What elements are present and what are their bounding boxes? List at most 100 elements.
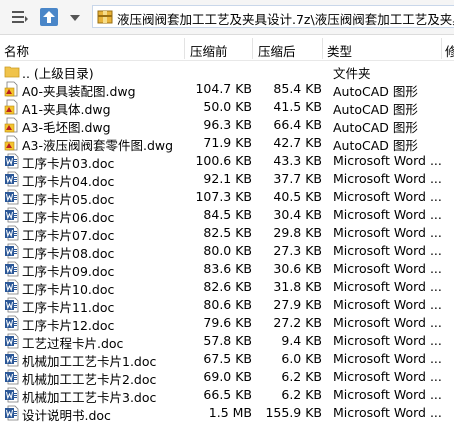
word-file-icon (4, 405, 20, 421)
file-packed-size: 83.6 KB (203, 261, 252, 276)
file-type: Microsoft Word ... (333, 405, 442, 420)
file-packed-size: 69.0 KB (203, 369, 252, 384)
list-item-parent[interactable]: .. (上级目录) 文件夹 (0, 62, 454, 81)
column-type[interactable]: 类型 (327, 41, 352, 60)
list-item[interactable]: 工序卡片07.doc 82.5 KB 29.8 KB Microsoft Word .… (0, 224, 454, 243)
file-packed-size: 84.5 KB (203, 207, 252, 222)
column-divider[interactable] (322, 38, 323, 59)
word-file-icon (4, 189, 20, 205)
dwg-file-icon (4, 117, 20, 133)
file-compressed-size: 9.4 KB (281, 333, 322, 348)
word-file-icon (4, 315, 20, 331)
column-divider[interactable] (252, 38, 253, 59)
file-type: Microsoft Word ... (333, 189, 442, 204)
up-folder-button[interactable] (40, 8, 58, 26)
file-packed-size: 82.5 KB (203, 225, 252, 240)
column-packed[interactable]: 压缩前 (190, 41, 228, 60)
file-type: Microsoft Word ... (333, 171, 442, 186)
file-packed-size: 71.9 KB (203, 135, 252, 150)
list-item[interactable]: 机械加工工艺卡片3.doc 66.5 KB 6.2 KB Microsoft Word… (0, 386, 454, 405)
word-file-icon (4, 369, 20, 385)
file-compressed-size: 85.4 KB (273, 81, 322, 96)
file-type: Microsoft Word ... (333, 261, 442, 276)
list-item[interactable]: 工序卡片10.doc 82.6 KB 31.8 KB Microsoft Word .… (0, 278, 454, 297)
file-compressed-size: 30.4 KB (273, 207, 322, 222)
word-file-icon (4, 243, 20, 259)
file-compressed-size: 37.7 KB (273, 171, 322, 186)
list-item[interactable]: 设计说明书.doc 1.5 MB 155.9 KB Microsoft Word ..… (0, 404, 454, 423)
file-packed-size: 67.5 KB (203, 351, 252, 366)
word-file-icon (4, 297, 20, 313)
file-type: Microsoft Word ... (333, 387, 442, 402)
file-compressed-size: 42.7 KB (273, 135, 322, 150)
column-extra[interactable]: 修 (445, 41, 454, 60)
word-file-icon (4, 351, 20, 367)
file-compressed-size: 31.8 KB (273, 279, 322, 294)
column-name[interactable]: 名称 (4, 41, 29, 60)
file-compressed-size: 41.5 KB (273, 99, 322, 114)
file-compressed-size: 29.8 KB (273, 225, 322, 240)
list-item[interactable]: A3-液压阀阀套零件图.dwg 71.9 KB 42.7 KB AutoCAD 图形 (0, 134, 454, 153)
file-list: .. (上级目录) 文件夹 A0-夹具装配图.dwg 104.7 KB 85.4 K… (0, 62, 454, 423)
file-packed-size: 96.3 KB (203, 117, 252, 132)
file-compressed-size: 6.0 KB (281, 351, 322, 366)
file-compressed-size: 27.9 KB (273, 297, 322, 312)
file-compressed-size: 6.2 KB (281, 369, 322, 384)
list-item[interactable]: 工序卡片05.doc 107.3 KB 40.5 KB Microsoft Word … (0, 188, 454, 207)
file-packed-size: 82.6 KB (203, 279, 252, 294)
list-item[interactable]: 工艺过程卡片.doc 57.8 KB 9.4 KB Microsoft Word ..… (0, 332, 454, 351)
history-dropdown-icon[interactable] (66, 8, 84, 26)
folder-icon (4, 63, 20, 79)
toolbar: 液压阀阀套加工工艺及夹具设计.7z\液压阀阀套加工工艺及夹具设计 (0, 0, 454, 35)
file-packed-size: 57.8 KB (203, 333, 252, 348)
file-type: Microsoft Word ... (333, 225, 442, 240)
file-name: 设计说明书.doc (22, 408, 111, 423)
file-packed-size: 50.0 KB (203, 99, 252, 114)
list-item[interactable]: 工序卡片12.doc 79.6 KB 27.2 KB Microsoft Word .… (0, 314, 454, 333)
file-compressed-size: 6.2 KB (281, 387, 322, 402)
file-type: Microsoft Word ... (333, 315, 442, 330)
file-packed-size: 107.3 KB (195, 189, 252, 204)
view-list-icon[interactable] (10, 8, 28, 26)
column-divider[interactable] (184, 38, 185, 59)
address-bar[interactable]: 液压阀阀套加工工艺及夹具设计.7z\液压阀阀套加工工艺及夹具设计 (92, 5, 454, 28)
archive-icon (97, 9, 113, 27)
file-type: Microsoft Word ... (333, 279, 442, 294)
file-packed-size: 79.6 KB (203, 315, 252, 330)
file-type: Microsoft Word ... (333, 351, 442, 366)
list-item[interactable]: A0-夹具装配图.dwg 104.7 KB 85.4 KB AutoCAD 图形 (0, 80, 454, 99)
file-compressed-size: 155.9 KB (265, 405, 322, 420)
list-item[interactable]: 机械加工工艺卡片2.doc 69.0 KB 6.2 KB Microsoft Word… (0, 368, 454, 387)
file-packed-size: 1.5 MB (208, 405, 252, 420)
file-compressed-size: 40.5 KB (273, 189, 322, 204)
file-packed-size: 104.7 KB (195, 81, 252, 96)
list-item[interactable]: A1-夹具体.dwg 50.0 KB 41.5 KB AutoCAD 图形 (0, 98, 454, 117)
list-item[interactable]: 工序卡片09.doc 83.6 KB 30.6 KB Microsoft Word .… (0, 260, 454, 279)
column-divider[interactable] (441, 38, 442, 59)
file-type: Microsoft Word ... (333, 333, 442, 348)
file-compressed-size: 30.6 KB (273, 261, 322, 276)
list-item[interactable]: 工序卡片08.doc 80.0 KB 27.3 KB Microsoft Word .… (0, 242, 454, 261)
list-item[interactable]: 工序卡片06.doc 84.5 KB 30.4 KB Microsoft Word .… (0, 206, 454, 225)
file-compressed-size: 27.3 KB (273, 243, 322, 258)
list-item[interactable]: 工序卡片04.doc 92.1 KB 37.7 KB Microsoft Word .… (0, 170, 454, 189)
list-item[interactable]: 机械加工工艺卡片1.doc 67.5 KB 6.0 KB Microsoft Word… (0, 350, 454, 369)
file-type: Microsoft Word ... (333, 297, 442, 312)
file-packed-size: 66.5 KB (203, 387, 252, 402)
list-item[interactable]: 工序卡片03.doc 100.6 KB 43.3 KB Microsoft Word … (0, 152, 454, 171)
file-packed-size: 80.0 KB (203, 243, 252, 258)
word-file-icon (4, 207, 20, 223)
column-header: 名称 压缩前 压缩后 类型 修 (0, 38, 454, 61)
file-compressed-size: 27.2 KB (273, 315, 322, 330)
file-type: Microsoft Word ... (333, 153, 442, 168)
column-size[interactable]: 压缩后 (258, 41, 296, 60)
word-file-icon (4, 153, 20, 169)
word-file-icon (4, 171, 20, 187)
file-packed-size: 100.6 KB (195, 153, 252, 168)
file-packed-size: 92.1 KB (203, 171, 252, 186)
file-type: Microsoft Word ... (333, 369, 442, 384)
list-item[interactable]: A3-毛坯图.dwg 96.3 KB 66.4 KB AutoCAD 图形 (0, 116, 454, 135)
word-file-icon (4, 279, 20, 295)
list-item[interactable]: 工序卡片11.doc 80.6 KB 27.9 KB Microsoft Word .… (0, 296, 454, 315)
file-packed-size: 80.6 KB (203, 297, 252, 312)
